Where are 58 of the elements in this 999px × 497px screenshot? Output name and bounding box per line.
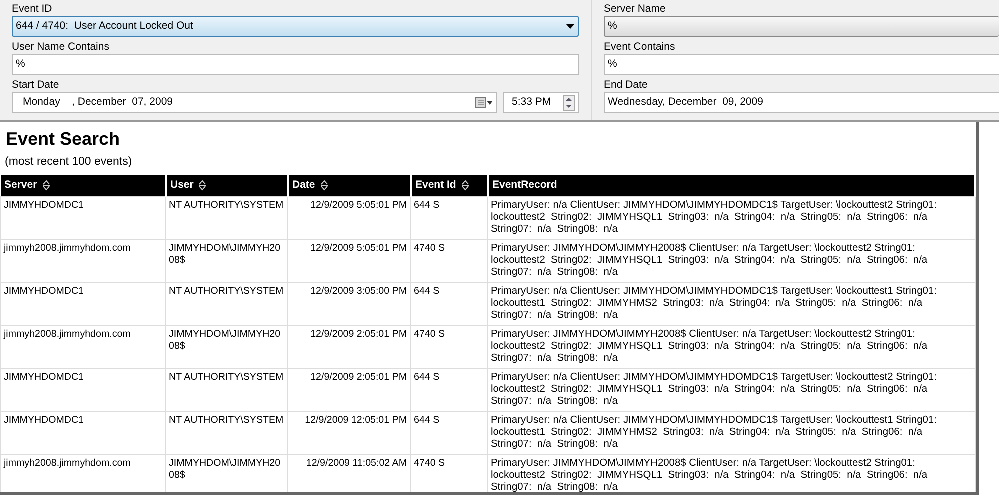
- column-header[interactable]: Date: [288, 175, 410, 196]
- field-label: Event ID: [12, 3, 54, 16]
- table-cell: JIMMYHDOM\JIMMYH2008$: [166, 239, 288, 282]
- sort-icon: [320, 180, 328, 191]
- table-cell: 12/9/2009 5:05:01 PM: [288, 196, 410, 240]
- table-cell: jimmyh2008.jimmyhdom.com: [0, 454, 166, 492]
- sort-icon: [42, 180, 50, 191]
- table-cell: JIMMYHDOMDC1: [0, 411, 166, 454]
- table-cell: PrimaryUser: JIMMYHDOM\JIMMYH2008$ ClientUser: n/a TargetUser: \lockouttest2 String01: lockouttest2 String02: JIMMYHSQL1 String03: n/a String04: n/a String05: n/a String06: n/a String07: n/a String08: n/a: [488, 239, 975, 282]
- table-cell: 644 S: [410, 196, 488, 240]
- table-cell: NT AUTHORITY\SYSTEM: [166, 368, 288, 412]
- table-cell: PrimaryUser: n/a ClientUser: JIMMYHDOM\JIMMYHDOMDC1$ TargetUser: \lockouttest2 String01: lockouttest2 String02: JIMMYHSQL1 String03: n/a String04: n/a String05: n/a String06: n/a String07: n/a String08: n/a: [488, 196, 975, 240]
- field-label: User Name Contains: [12, 41, 110, 54]
- table-cell: 12/9/2009 2:05:01 PM: [288, 325, 410, 368]
- table-cell: 644 S: [410, 282, 488, 326]
- sort-icon: [199, 180, 206, 191]
- date-field[interactable]: Monday , December 07, 2009: [12, 92, 497, 113]
- field-label: Server Name: [604, 3, 667, 16]
- spinner-icon: [563, 94, 575, 110]
- dropdown-field[interactable]: 644 / 4740: User Account Locked Out: [12, 16, 579, 37]
- text-field[interactable]: %: [12, 54, 579, 75]
- text-field[interactable]: %: [604, 54, 999, 75]
- field-label: End Date: [604, 79, 649, 92]
- column-header[interactable]: Server: [0, 175, 166, 196]
- table-cell: 12/9/2009 3:05:00 PM: [288, 282, 410, 326]
- table-cell: JIMMYHDOMDC1: [0, 196, 166, 240]
- calendar-icon: [475, 96, 493, 108]
- table-cell: 4740 S: [410, 325, 488, 368]
- table-cell: PrimaryUser: n/a ClientUser: JIMMYHDOM\JIMMYHDOMDC1$ TargetUser: \lockouttest1 String01: lockouttest1 String02: JIMMYHMS2 String03: n/a String04: n/a String05: n/a String06: n/a String07: n/a String08: n/a: [488, 282, 975, 326]
- table-cell: 12/9/2009 5:05:01 PM: [288, 239, 410, 282]
- results-subtitle: (most recent 100 events): [5, 155, 134, 170]
- column-header[interactable]: Event Id: [410, 175, 488, 196]
- time-field[interactable]: 5:33 PM: [503, 92, 579, 113]
- table-cell: PrimaryUser: n/a ClientUser: JIMMYHDOM\JIMMYHDOMDC1$ TargetUser: \lockouttest1 String01: lockouttest1 String02: JIMMYHMS2 String03: n/a String04: n/a String05: n/a String06: n/a String07: n/a String08: n/a: [488, 411, 975, 454]
- text-field[interactable]: Wednesday, December 09, 2009: [604, 92, 999, 113]
- column-header[interactable]: EventRecord: [488, 175, 975, 196]
- table-cell: NT AUTHORITY\SYSTEM: [166, 196, 288, 240]
- table-cell: NT AUTHORITY\SYSTEM: [166, 411, 288, 454]
- dropdown-field[interactable]: %: [604, 16, 999, 37]
- results-title: Event Search: [6, 128, 122, 150]
- table-cell: JIMMYHDOMDC1: [0, 282, 166, 326]
- table-cell: PrimaryUser: n/a ClientUser: JIMMYHDOM\JIMMYHDOMDC1$ TargetUser: \lockouttest2 String01: lockouttest2 String02: JIMMYHSQL1 String03: n/a String04: n/a String05: n/a String06: n/a String07: n/a String08: n/a: [488, 368, 975, 412]
- table-cell: NT AUTHORITY\SYSTEM: [166, 282, 288, 326]
- sort-icon: [462, 180, 469, 191]
- table-cell: 644 S: [410, 368, 488, 412]
- table-cell: JIMMYHDOMDC1: [0, 368, 166, 412]
- table-cell: 4740 S: [410, 239, 488, 282]
- table-cell: PrimaryUser: JIMMYHDOM\JIMMYH2008$ ClientUser: n/a TargetUser: \lockouttest2 String01: lockouttest2 String02: JIMMYHSQL1 String03: n/a String04: n/a String05: n/a String06: n/a String07: n/a String08: n/a: [488, 325, 975, 368]
- table-cell: jimmyh2008.jimmyhdom.com: [0, 325, 166, 368]
- column-header[interactable]: User: [166, 175, 288, 196]
- field-label: Event Contains: [604, 41, 676, 54]
- table-cell: jimmyh2008.jimmyhdom.com: [0, 239, 166, 282]
- table-cell: JIMMYHDOM\JIMMYH2008$: [166, 325, 288, 368]
- table-cell: 12/9/2009 2:05:01 PM: [288, 368, 410, 412]
- table-cell: 12/9/2009 12:05:01 PM: [288, 411, 410, 454]
- caret-icon: [566, 24, 575, 29]
- field-label: Start Date: [12, 79, 60, 92]
- table-cell: 644 S: [410, 411, 488, 454]
